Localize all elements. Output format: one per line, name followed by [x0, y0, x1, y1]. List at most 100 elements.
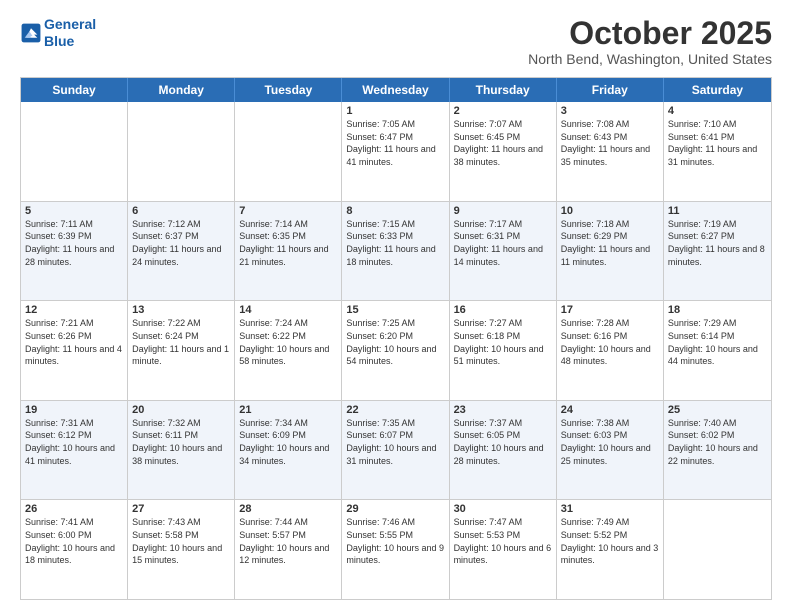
cell-day-5: 5Sunrise: 7:11 AM Sunset: 6:39 PM Daylig…: [21, 202, 128, 301]
cell-day-11: 11Sunrise: 7:19 AM Sunset: 6:27 PM Dayli…: [664, 202, 771, 301]
cell-date-number: 11: [668, 205, 767, 217]
cell-date-number: 18: [668, 304, 767, 316]
cell-date-number: 20: [132, 404, 230, 416]
cell-day-4: 4Sunrise: 7:10 AM Sunset: 6:41 PM Daylig…: [664, 102, 771, 201]
cell-date-number: 28: [239, 503, 337, 515]
cell-date-number: 19: [25, 404, 123, 416]
cell-date-number: 31: [561, 503, 659, 515]
cell-info: Sunrise: 7:19 AM Sunset: 6:27 PM Dayligh…: [668, 218, 767, 268]
cell-empty: [128, 102, 235, 201]
cell-info: Sunrise: 7:34 AM Sunset: 6:09 PM Dayligh…: [239, 417, 337, 467]
cell-day-15: 15Sunrise: 7:25 AM Sunset: 6:20 PM Dayli…: [342, 301, 449, 400]
cell-date-number: 12: [25, 304, 123, 316]
cell-info: Sunrise: 7:32 AM Sunset: 6:11 PM Dayligh…: [132, 417, 230, 467]
cell-info: Sunrise: 7:49 AM Sunset: 5:52 PM Dayligh…: [561, 516, 659, 566]
cell-day-21: 21Sunrise: 7:34 AM Sunset: 6:09 PM Dayli…: [235, 401, 342, 500]
cell-day-12: 12Sunrise: 7:21 AM Sunset: 6:26 PM Dayli…: [21, 301, 128, 400]
cell-info: Sunrise: 7:05 AM Sunset: 6:47 PM Dayligh…: [346, 118, 444, 168]
cell-info: Sunrise: 7:41 AM Sunset: 6:00 PM Dayligh…: [25, 516, 123, 566]
cell-day-7: 7Sunrise: 7:14 AM Sunset: 6:35 PM Daylig…: [235, 202, 342, 301]
cell-info: Sunrise: 7:43 AM Sunset: 5:58 PM Dayligh…: [132, 516, 230, 566]
cell-date-number: 27: [132, 503, 230, 515]
cell-day-8: 8Sunrise: 7:15 AM Sunset: 6:33 PM Daylig…: [342, 202, 449, 301]
cell-date-number: 17: [561, 304, 659, 316]
cell-info: Sunrise: 7:47 AM Sunset: 5:53 PM Dayligh…: [454, 516, 552, 566]
cell-info: Sunrise: 7:18 AM Sunset: 6:29 PM Dayligh…: [561, 218, 659, 268]
cell-day-18: 18Sunrise: 7:29 AM Sunset: 6:14 PM Dayli…: [664, 301, 771, 400]
cell-info: Sunrise: 7:24 AM Sunset: 6:22 PM Dayligh…: [239, 317, 337, 367]
cell-day-29: 29Sunrise: 7:46 AM Sunset: 5:55 PM Dayli…: [342, 500, 449, 599]
cell-date-number: 29: [346, 503, 444, 515]
cell-date-number: 10: [561, 205, 659, 217]
cell-info: Sunrise: 7:07 AM Sunset: 6:45 PM Dayligh…: [454, 118, 552, 168]
calendar-row-4: 26Sunrise: 7:41 AM Sunset: 6:00 PM Dayli…: [21, 500, 771, 599]
cell-info: Sunrise: 7:29 AM Sunset: 6:14 PM Dayligh…: [668, 317, 767, 367]
day-headers: SundayMondayTuesdayWednesdayThursdayFrid…: [21, 78, 771, 102]
day-header-sunday: Sunday: [21, 78, 128, 102]
cell-day-31: 31Sunrise: 7:49 AM Sunset: 5:52 PM Dayli…: [557, 500, 664, 599]
cell-date-number: 9: [454, 205, 552, 217]
cell-date-number: 2: [454, 105, 552, 117]
cell-date-number: 30: [454, 503, 552, 515]
day-header-tuesday: Tuesday: [235, 78, 342, 102]
cell-info: Sunrise: 7:15 AM Sunset: 6:33 PM Dayligh…: [346, 218, 444, 268]
cell-date-number: 16: [454, 304, 552, 316]
cell-info: Sunrise: 7:27 AM Sunset: 6:18 PM Dayligh…: [454, 317, 552, 367]
day-header-saturday: Saturday: [664, 78, 771, 102]
cell-date-number: 26: [25, 503, 123, 515]
cell-day-25: 25Sunrise: 7:40 AM Sunset: 6:02 PM Dayli…: [664, 401, 771, 500]
cell-empty: [664, 500, 771, 599]
logo-line2: Blue: [44, 33, 74, 49]
cell-day-22: 22Sunrise: 7:35 AM Sunset: 6:07 PM Dayli…: [342, 401, 449, 500]
cell-day-2: 2Sunrise: 7:07 AM Sunset: 6:45 PM Daylig…: [450, 102, 557, 201]
cell-date-number: 5: [25, 205, 123, 217]
cell-info: Sunrise: 7:22 AM Sunset: 6:24 PM Dayligh…: [132, 317, 230, 367]
cell-date-number: 7: [239, 205, 337, 217]
cell-info: Sunrise: 7:38 AM Sunset: 6:03 PM Dayligh…: [561, 417, 659, 467]
cell-info: Sunrise: 7:28 AM Sunset: 6:16 PM Dayligh…: [561, 317, 659, 367]
cell-info: Sunrise: 7:21 AM Sunset: 6:26 PM Dayligh…: [25, 317, 123, 367]
cell-date-number: 4: [668, 105, 767, 117]
location: North Bend, Washington, United States: [528, 51, 772, 67]
cell-day-28: 28Sunrise: 7:44 AM Sunset: 5:57 PM Dayli…: [235, 500, 342, 599]
cell-day-24: 24Sunrise: 7:38 AM Sunset: 6:03 PM Dayli…: [557, 401, 664, 500]
cell-day-17: 17Sunrise: 7:28 AM Sunset: 6:16 PM Dayli…: [557, 301, 664, 400]
cell-day-10: 10Sunrise: 7:18 AM Sunset: 6:29 PM Dayli…: [557, 202, 664, 301]
cell-info: Sunrise: 7:11 AM Sunset: 6:39 PM Dayligh…: [25, 218, 123, 268]
calendar-row-0: 1Sunrise: 7:05 AM Sunset: 6:47 PM Daylig…: [21, 102, 771, 202]
calendar-body: 1Sunrise: 7:05 AM Sunset: 6:47 PM Daylig…: [21, 102, 771, 599]
cell-date-number: 21: [239, 404, 337, 416]
cell-empty: [235, 102, 342, 201]
cell-date-number: 25: [668, 404, 767, 416]
cell-info: Sunrise: 7:46 AM Sunset: 5:55 PM Dayligh…: [346, 516, 444, 566]
page: General Blue October 2025 North Bend, Wa…: [0, 0, 792, 612]
day-header-monday: Monday: [128, 78, 235, 102]
month-title: October 2025: [528, 16, 772, 51]
cell-date-number: 22: [346, 404, 444, 416]
cell-date-number: 8: [346, 205, 444, 217]
cell-day-9: 9Sunrise: 7:17 AM Sunset: 6:31 PM Daylig…: [450, 202, 557, 301]
cell-date-number: 6: [132, 205, 230, 217]
logo: General Blue: [20, 16, 96, 50]
day-header-thursday: Thursday: [450, 78, 557, 102]
cell-day-13: 13Sunrise: 7:22 AM Sunset: 6:24 PM Dayli…: [128, 301, 235, 400]
cell-day-30: 30Sunrise: 7:47 AM Sunset: 5:53 PM Dayli…: [450, 500, 557, 599]
calendar-row-2: 12Sunrise: 7:21 AM Sunset: 6:26 PM Dayli…: [21, 301, 771, 401]
cell-info: Sunrise: 7:35 AM Sunset: 6:07 PM Dayligh…: [346, 417, 444, 467]
cell-info: Sunrise: 7:12 AM Sunset: 6:37 PM Dayligh…: [132, 218, 230, 268]
cell-day-3: 3Sunrise: 7:08 AM Sunset: 6:43 PM Daylig…: [557, 102, 664, 201]
calendar-row-3: 19Sunrise: 7:31 AM Sunset: 6:12 PM Dayli…: [21, 401, 771, 501]
cell-empty: [21, 102, 128, 201]
header-right: October 2025 North Bend, Washington, Uni…: [528, 16, 772, 67]
cell-info: Sunrise: 7:40 AM Sunset: 6:02 PM Dayligh…: [668, 417, 767, 467]
cell-date-number: 13: [132, 304, 230, 316]
cell-date-number: 1: [346, 105, 444, 117]
calendar-row-1: 5Sunrise: 7:11 AM Sunset: 6:39 PM Daylig…: [21, 202, 771, 302]
cell-info: Sunrise: 7:37 AM Sunset: 6:05 PM Dayligh…: [454, 417, 552, 467]
cell-day-23: 23Sunrise: 7:37 AM Sunset: 6:05 PM Dayli…: [450, 401, 557, 500]
cell-info: Sunrise: 7:31 AM Sunset: 6:12 PM Dayligh…: [25, 417, 123, 467]
logo-text: General Blue: [44, 16, 96, 50]
cell-info: Sunrise: 7:17 AM Sunset: 6:31 PM Dayligh…: [454, 218, 552, 268]
cell-info: Sunrise: 7:10 AM Sunset: 6:41 PM Dayligh…: [668, 118, 767, 168]
logo-line1: General: [44, 16, 96, 32]
